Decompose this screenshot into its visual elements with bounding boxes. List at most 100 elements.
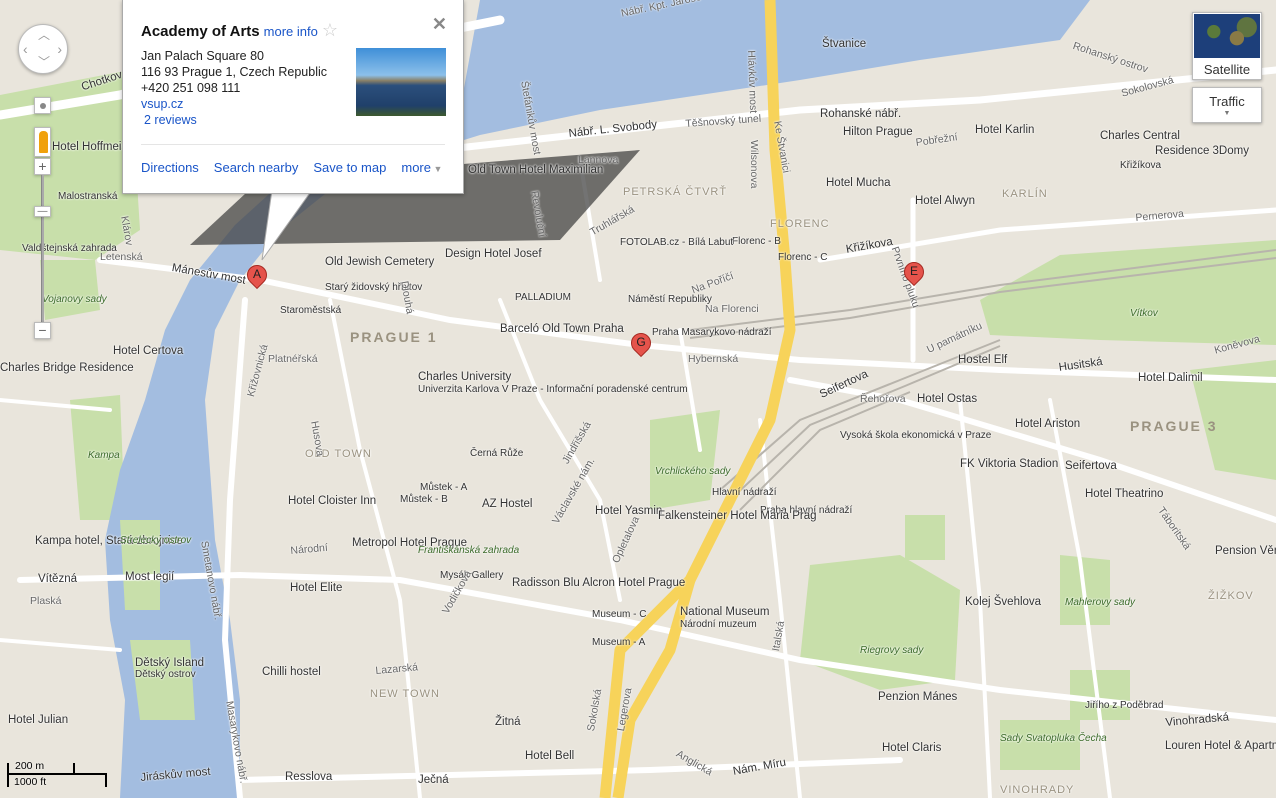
map-label-hood: PETRSKÁ ČTVRŤ bbox=[623, 186, 728, 198]
save-to-map-link[interactable]: Save to map bbox=[313, 160, 386, 175]
marker-label: G bbox=[636, 335, 646, 349]
more-actions-link[interactable]: more ▼ bbox=[401, 160, 442, 175]
map-label-hotel[interactable]: Resslova bbox=[285, 771, 332, 783]
map-label-hotel[interactable]: Chilli hostel bbox=[262, 666, 321, 678]
map-label-hotel[interactable]: Kolej Švehlova bbox=[965, 596, 1041, 608]
zoom-slider-track[interactable] bbox=[41, 175, 44, 323]
map-label-metro: Vysoká škola ekonomická v Praze bbox=[840, 430, 992, 441]
marker-label: A bbox=[252, 267, 261, 281]
divider bbox=[141, 144, 445, 145]
map-label-hotel[interactable]: Štvanice bbox=[822, 38, 866, 50]
map-label-metro: Univerzita Karlova V Praze - Informační … bbox=[418, 384, 688, 395]
chevron-down-icon: ▼ bbox=[1223, 110, 1231, 117]
map-label-hotel[interactable]: Hilton Prague bbox=[843, 126, 913, 138]
pan-up-icon[interactable]: ︿ bbox=[38, 26, 50, 43]
traffic-label: Traffic bbox=[1209, 94, 1245, 109]
map-label-hood: FLORENC bbox=[770, 218, 830, 230]
map-label-hotel[interactable]: Vítězná bbox=[38, 573, 77, 585]
map-label-park: Strelecky ostrov bbox=[120, 535, 192, 546]
map-label-hotel[interactable]: Hotel Bell bbox=[525, 750, 574, 762]
map-label-hotel[interactable]: Hotel Yasmin bbox=[595, 505, 662, 517]
map-label-hotel[interactable]: Hotel Elite bbox=[290, 582, 342, 594]
map-label-district: PRAGUE 3 bbox=[1130, 418, 1218, 434]
map-label-hotel[interactable]: Hotel Alwyn bbox=[915, 195, 975, 207]
satellite-button[interactable]: Satellite bbox=[1192, 12, 1262, 80]
marker-e[interactable]: E bbox=[899, 257, 929, 292]
website-link[interactable]: vsup.cz bbox=[141, 96, 327, 112]
map-label-hotel[interactable]: Old Town Hotel Maximilian bbox=[468, 164, 603, 176]
place-photo[interactable] bbox=[356, 48, 446, 116]
map-label-metro: PALLADIUM bbox=[515, 292, 571, 303]
map-label-hotel[interactable]: Barceló Old Town Praha bbox=[500, 323, 624, 335]
map-label-hotel[interactable]: Residence 3Domy bbox=[1155, 145, 1249, 157]
map-label-hotel[interactable]: Hostel Elf bbox=[958, 354, 1007, 366]
map-label-street: Plaská bbox=[30, 595, 62, 607]
map-label-hotel[interactable]: Louren Hotel & Apartments bbox=[1165, 740, 1276, 752]
star-icon[interactable]: ☆ bbox=[322, 20, 338, 40]
map-label-hotel[interactable]: Pension Věra bbox=[1215, 545, 1276, 557]
map-label-hotel[interactable]: Hotel Theatrino bbox=[1085, 488, 1163, 500]
map-label-hotel[interactable]: Hotel Julian bbox=[8, 714, 68, 726]
map-label-hotel[interactable]: Hotel Ariston bbox=[1015, 418, 1080, 430]
map-label-park: Riegrovy sady bbox=[860, 645, 924, 656]
map-label-hotel[interactable]: Charles Bridge Residence bbox=[0, 362, 134, 374]
map-label-hotel[interactable]: Falkensteiner Hotel Maria Prag bbox=[658, 510, 817, 522]
directions-link[interactable]: Directions bbox=[141, 160, 199, 175]
map-label-hotel[interactable]: Most legií bbox=[125, 571, 174, 583]
map-label-street: Platnéřská bbox=[268, 353, 318, 365]
pan-left-icon[interactable]: ‹ bbox=[23, 41, 28, 57]
map-label-hotel[interactable]: Ječná bbox=[418, 774, 449, 786]
pegman-icon bbox=[39, 131, 48, 153]
map-label-hotel[interactable]: Hotel Claris bbox=[882, 742, 941, 754]
map-label-metro: Černá Růže bbox=[470, 448, 524, 459]
map-label-metro: Florenc - B bbox=[732, 236, 781, 247]
map-label-hotel[interactable]: Hotel Cloister Inn bbox=[288, 495, 376, 507]
recenter-button[interactable] bbox=[34, 97, 51, 114]
map-label-hotel[interactable]: Hotel Ostas bbox=[917, 393, 977, 405]
map-label-metro: Staroměstská bbox=[280, 305, 342, 316]
map-label-hotel[interactable]: Charles University bbox=[418, 371, 511, 383]
marker-a[interactable]: A bbox=[242, 260, 272, 295]
map-label-metro: Křižíkova bbox=[1120, 160, 1162, 171]
map-label-hotel[interactable]: FK Viktoria Stadion bbox=[960, 458, 1058, 470]
map-label-hotel[interactable]: Charles Central bbox=[1100, 130, 1180, 142]
map-label-street: Wilsonova bbox=[748, 140, 760, 189]
map-label-hotel[interactable]: Design Hotel Josef bbox=[445, 248, 542, 260]
zoom-out-button[interactable]: − bbox=[34, 322, 51, 339]
pegman-street-view[interactable] bbox=[34, 127, 51, 157]
map-label-hotel[interactable]: Hotel Mucha bbox=[826, 177, 891, 189]
pan-right-icon[interactable]: › bbox=[57, 41, 62, 57]
map-label-park: Vítkov bbox=[1130, 308, 1158, 319]
more-info-link[interactable]: more info bbox=[264, 24, 318, 39]
reviews-link[interactable]: 2 reviews bbox=[144, 112, 327, 128]
map-label-hotel[interactable]: Penzion Mánes bbox=[878, 691, 957, 703]
map-label-hotel[interactable]: Radisson Blu Alcron Hotel Prague bbox=[512, 577, 685, 589]
zoom-slider-handle[interactable]: — bbox=[34, 206, 51, 217]
map-label-park: Kampa bbox=[88, 450, 120, 461]
map-label-hotel[interactable]: Hotel Karlin bbox=[975, 124, 1034, 136]
map-label-hotel[interactable]: Žitná bbox=[495, 716, 521, 728]
more-label: more bbox=[401, 160, 431, 175]
scale-bar: 200 m 1000 ft bbox=[7, 760, 107, 790]
map-label-metro: Florenc - C bbox=[778, 252, 828, 263]
map-label-hotel[interactable]: Rohanské nábř. bbox=[820, 108, 901, 120]
map-label-hotel[interactable]: Hotel Certova bbox=[113, 345, 183, 357]
traffic-button[interactable]: Traffic ▼ bbox=[1192, 87, 1262, 123]
map-label-hotel[interactable]: Seifertova bbox=[1065, 460, 1117, 472]
zoom-in-button[interactable]: + bbox=[34, 158, 51, 175]
map-label-hotel[interactable]: Hotel Dalimil bbox=[1138, 372, 1203, 384]
close-icon[interactable]: ✕ bbox=[432, 14, 447, 35]
pan-control[interactable]: ︿ ‹ › ﹀ bbox=[18, 24, 68, 74]
map-label-hotel[interactable]: National Museum bbox=[680, 606, 769, 618]
address-line: Jan Palach Square 80 bbox=[141, 49, 265, 63]
map-label-hotel[interactable]: AZ Hostel bbox=[482, 498, 533, 510]
search-nearby-link[interactable]: Search nearby bbox=[214, 160, 299, 175]
pan-down-icon[interactable]: ﹀ bbox=[38, 53, 50, 70]
map-label-hotel[interactable]: Dětský Island bbox=[135, 657, 204, 669]
map-label-metro: Národní muzeum bbox=[680, 619, 757, 630]
place-title: Academy of Arts more info ☆ bbox=[141, 20, 338, 40]
map-label-hotel[interactable]: Old Jewish Cemetery bbox=[325, 256, 434, 268]
marker-label: E bbox=[909, 264, 918, 278]
map-label-street: Řehořova bbox=[860, 393, 906, 405]
marker-g[interactable]: G bbox=[626, 328, 656, 363]
